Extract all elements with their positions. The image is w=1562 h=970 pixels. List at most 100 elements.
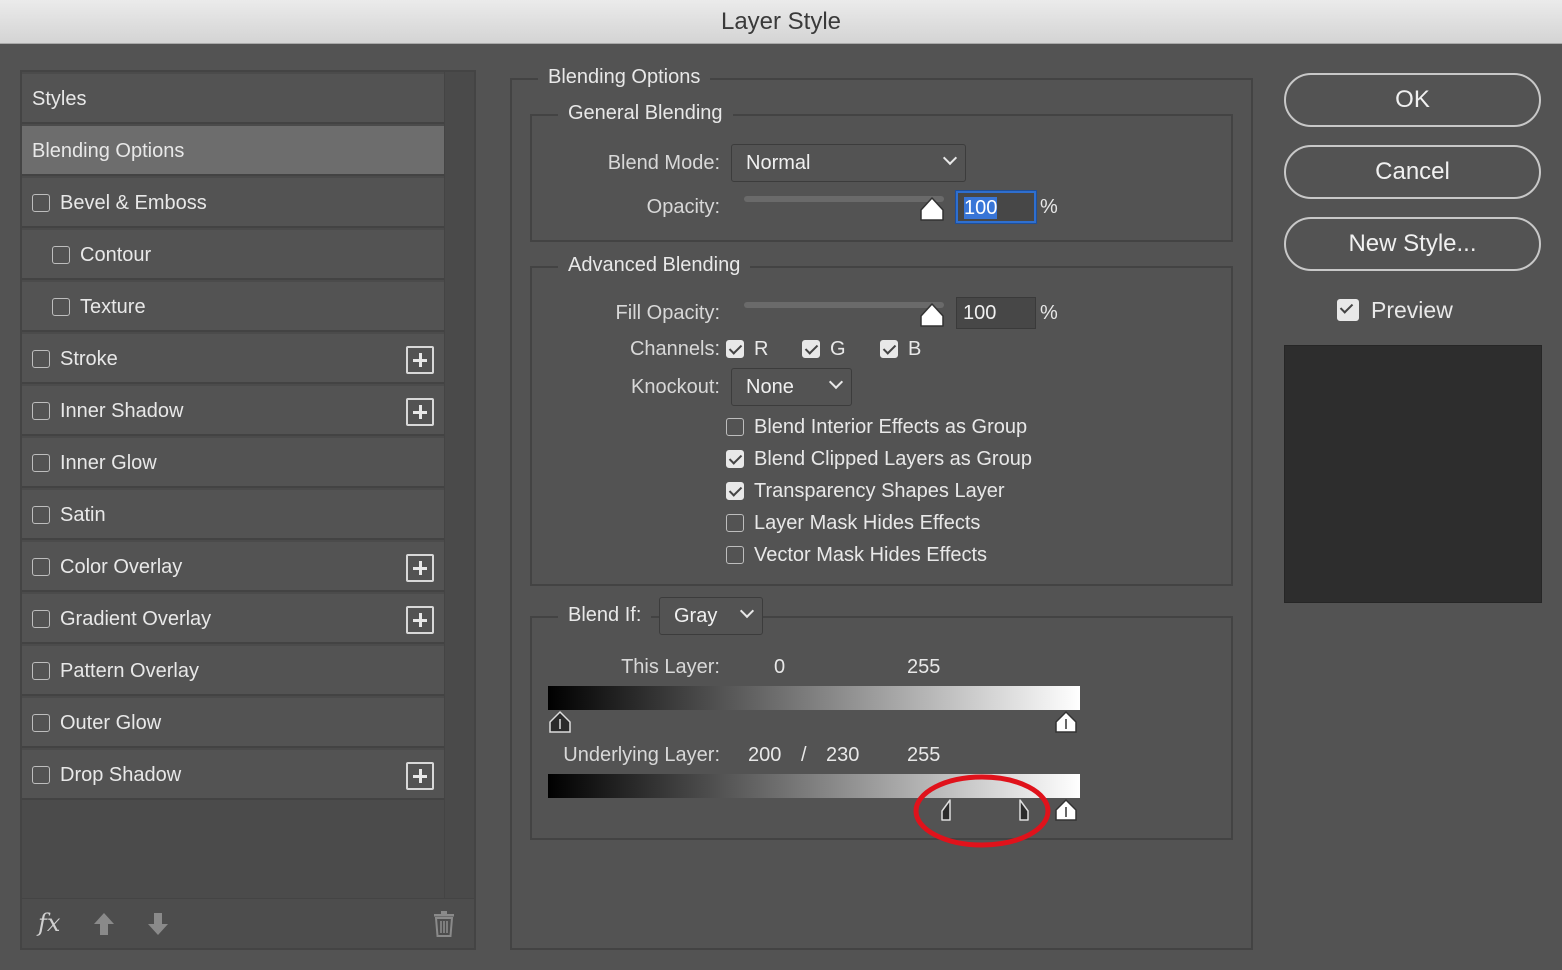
- option-checkbox[interactable]: [726, 514, 744, 532]
- style-item-label: Stroke: [60, 348, 118, 370]
- ok-button[interactable]: OK: [1284, 73, 1541, 127]
- style-item-satin[interactable]: Satin: [22, 490, 444, 540]
- blend-if-label: Blend If:: [558, 602, 652, 628]
- style-checkbox[interactable]: [32, 558, 50, 576]
- trash-icon[interactable]: [432, 911, 456, 937]
- opacity-input[interactable]: 100: [956, 191, 1036, 223]
- style-item-label: Drop Shadow: [60, 764, 182, 786]
- arrow-up-icon[interactable]: [92, 911, 116, 937]
- style-item-blending-options[interactable]: Blending Options: [22, 126, 444, 176]
- preview-toggle[interactable]: Preview: [1337, 297, 1487, 323]
- this-layer-white-marker[interactable]: [1054, 710, 1078, 734]
- underlying-low-b: 230: [826, 744, 860, 766]
- scrollbar[interactable]: [444, 72, 474, 898]
- channels-label: Channels:: [629, 338, 720, 360]
- preview-checkbox[interactable]: [1337, 299, 1359, 321]
- style-item-outer-glow[interactable]: Outer Glow: [22, 698, 444, 748]
- window-title: Layer Style: [0, 0, 1562, 44]
- add-icon[interactable]: [406, 554, 434, 582]
- knockout-select[interactable]: None: [731, 368, 852, 406]
- blend-mode-select[interactable]: Normal: [731, 144, 966, 182]
- opacity-unit: %: [1040, 196, 1058, 218]
- style-item-inner-shadow[interactable]: Inner Shadow: [22, 386, 444, 436]
- channel-label: G: [830, 338, 846, 360]
- opacity-label: Opacity:: [646, 196, 720, 218]
- style-item-label: Styles: [32, 88, 87, 110]
- style-checkbox[interactable]: [32, 714, 50, 732]
- fill-opacity-label: Fill Opacity:: [615, 302, 720, 324]
- styles-panel: Styles Blending Options Bevel & Emboss Cont…: [20, 70, 476, 950]
- opacity-slider-thumb[interactable]: [919, 196, 945, 222]
- option-label: Blend Clipped Layers as Group: [754, 448, 1032, 470]
- style-item-bevel-emboss[interactable]: Bevel & Emboss: [22, 178, 444, 228]
- knockout-label: Knockout:: [631, 376, 720, 398]
- style-item-label: Bevel & Emboss: [60, 192, 207, 214]
- blend-if-select[interactable]: Gray: [659, 597, 763, 635]
- style-item-label: Texture: [80, 296, 146, 318]
- style-item-label: Pattern Overlay: [60, 660, 199, 682]
- style-item-pattern-overlay[interactable]: Pattern Overlay: [22, 646, 444, 696]
- style-item-drop-shadow[interactable]: Drop Shadow: [22, 750, 444, 800]
- option-label: Blend Interior Effects as Group: [754, 416, 1028, 438]
- style-checkbox[interactable]: [32, 506, 50, 524]
- style-item-inner-glow[interactable]: Inner Glow: [22, 438, 444, 488]
- style-item-contour[interactable]: Contour: [22, 230, 444, 280]
- opacity-slider[interactable]: [744, 196, 944, 202]
- channel-checkbox-g[interactable]: [802, 340, 820, 358]
- chevron-down-icon: [739, 603, 755, 619]
- fx-icon[interactable]: fx: [38, 909, 60, 937]
- knockout-value: None: [746, 376, 794, 398]
- fill-opacity-input[interactable]: 100: [956, 297, 1036, 329]
- style-item-label: Inner Shadow: [60, 400, 184, 422]
- option-checkbox[interactable]: [726, 450, 744, 468]
- add-icon[interactable]: [406, 346, 434, 374]
- style-item-stroke[interactable]: Stroke: [22, 334, 444, 384]
- style-checkbox[interactable]: [32, 454, 50, 472]
- style-checkbox[interactable]: [32, 662, 50, 680]
- fill-opacity-slider-thumb[interactable]: [919, 302, 945, 328]
- option-checkbox[interactable]: [726, 482, 744, 500]
- style-item-color-overlay[interactable]: Color Overlay: [22, 542, 444, 592]
- channel-checkbox-r[interactable]: [726, 340, 744, 358]
- cancel-button[interactable]: Cancel: [1284, 145, 1541, 199]
- style-checkbox[interactable]: [32, 194, 50, 212]
- this-layer-label: This Layer:: [621, 656, 720, 678]
- styles-list: Styles Blending Options Bevel & Emboss Cont…: [22, 72, 444, 802]
- styles-footer: fx: [22, 898, 474, 948]
- fill-opacity-value: 100: [963, 302, 997, 324]
- option-label: Layer Mask Hides Effects: [754, 512, 981, 534]
- this-layer-black-marker[interactable]: [548, 710, 572, 734]
- fill-opacity-slider[interactable]: [744, 302, 944, 308]
- channel-checkbox-b[interactable]: [880, 340, 898, 358]
- underlying-separator: /: [801, 744, 807, 766]
- new-style-button[interactable]: New Style...: [1284, 217, 1541, 271]
- add-icon[interactable]: [406, 762, 434, 790]
- fill-opacity-unit: %: [1040, 302, 1058, 324]
- add-icon[interactable]: [406, 398, 434, 426]
- preview-thumbnail: [1284, 345, 1542, 603]
- style-checkbox[interactable]: [52, 246, 70, 264]
- style-item-styles[interactable]: Styles: [22, 74, 444, 124]
- style-checkbox[interactable]: [52, 298, 70, 316]
- option-checkbox[interactable]: [726, 418, 744, 436]
- channel-label: B: [908, 338, 922, 360]
- channel-label: R: [754, 338, 769, 360]
- style-item-gradient-overlay[interactable]: Gradient Overlay: [22, 594, 444, 644]
- style-checkbox[interactable]: [32, 350, 50, 368]
- style-item-label: Contour: [80, 244, 152, 266]
- style-item-label: Color Overlay: [60, 556, 183, 578]
- style-checkbox[interactable]: [32, 402, 50, 420]
- style-item-label: Satin: [60, 504, 106, 526]
- option-label: Transparency Shapes Layer: [754, 480, 1005, 502]
- style-item-texture[interactable]: Texture: [22, 282, 444, 332]
- style-item-label: Inner Glow: [60, 452, 157, 474]
- arrow-down-icon[interactable]: [146, 911, 170, 937]
- style-checkbox[interactable]: [32, 610, 50, 628]
- underlying-white-marker[interactable]: [1054, 798, 1078, 822]
- option-checkbox[interactable]: [726, 546, 744, 564]
- option-label: Vector Mask Hides Effects: [754, 544, 988, 566]
- blending-options-title: Blending Options: [538, 64, 711, 90]
- add-icon[interactable]: [406, 606, 434, 634]
- blend-mode-label: Blend Mode:: [607, 152, 720, 174]
- style-checkbox[interactable]: [32, 766, 50, 784]
